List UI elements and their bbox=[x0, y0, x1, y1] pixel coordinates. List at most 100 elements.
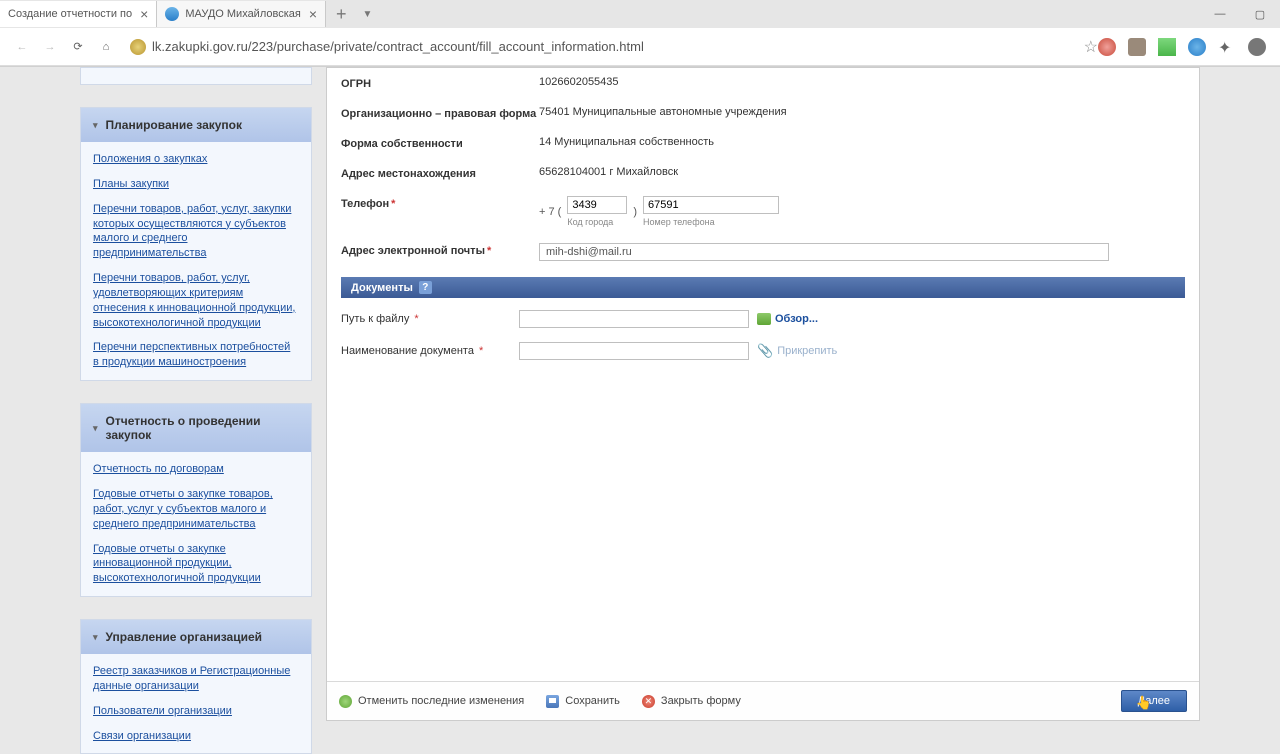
tab-title: Создание отчетности по bbox=[8, 8, 132, 20]
reload-button[interactable]: ⟳ bbox=[64, 33, 92, 61]
phone-prefix: + 7 ( bbox=[539, 206, 561, 218]
browser-chrome: Создание отчетности по × МАУДО Михайловс… bbox=[0, 0, 1280, 67]
documents-header: Документы ? bbox=[341, 277, 1185, 298]
chevron-down-icon: ▾ bbox=[93, 632, 98, 643]
back-button[interactable]: ← bbox=[8, 33, 36, 61]
undo-button[interactable]: Отменить последние изменения bbox=[339, 695, 524, 708]
profile-icon[interactable] bbox=[1248, 38, 1266, 56]
favicon-icon bbox=[165, 7, 179, 21]
sidebar-section-reports: ▾ Отчетность о проведении закупок Отчетн… bbox=[80, 403, 312, 597]
sidebar-link[interactable]: Пользователи организации bbox=[93, 704, 299, 719]
hint-phone-num: Номер телефона bbox=[643, 217, 779, 227]
value-address: 65628104001 г Михайловск bbox=[539, 166, 1185, 178]
bookmark-star-icon[interactable]: ☆ bbox=[1084, 37, 1098, 57]
paperclip-icon: 📎 bbox=[757, 343, 773, 359]
doc-name-input[interactable] bbox=[519, 342, 749, 360]
footer-bar: Отменить последние изменения Сохранить ✕… bbox=[327, 681, 1199, 720]
label-ogrn: ОГРН bbox=[341, 76, 539, 90]
sidebar-header-org[interactable]: ▾ Управление организацией bbox=[81, 620, 311, 654]
sidebar-title: Планирование закупок bbox=[106, 118, 242, 132]
sidebar-link[interactable]: Годовые отчеты о закупке инновационной п… bbox=[93, 542, 299, 587]
tab-1[interactable]: Создание отчетности по × bbox=[0, 1, 157, 27]
sidebar-header-planning[interactable]: ▾ Планирование закупок bbox=[81, 108, 311, 142]
forward-button[interactable]: → bbox=[36, 33, 64, 61]
folder-icon bbox=[757, 313, 771, 325]
ext-icon-3[interactable] bbox=[1158, 38, 1176, 56]
chevron-down-icon: ▾ bbox=[93, 120, 98, 131]
save-icon bbox=[546, 695, 559, 708]
next-button[interactable]: 👆 Далее bbox=[1121, 690, 1187, 712]
sidebar-top-box bbox=[80, 67, 312, 85]
label-phone: Телефон* bbox=[341, 196, 539, 210]
row-doc-name: Наименование документа * 📎 Прикрепить bbox=[341, 342, 1185, 360]
row-email: Адрес электронной почты* bbox=[341, 243, 1185, 261]
new-tab-button[interactable]: + bbox=[326, 4, 357, 25]
close-icon[interactable]: × bbox=[140, 6, 148, 22]
chevron-down-icon: ▾ bbox=[93, 423, 98, 434]
sidebar-link[interactable]: Связи организации bbox=[93, 729, 299, 744]
label-address: Адрес местонахождения bbox=[341, 166, 539, 180]
phone-code-input[interactable] bbox=[567, 196, 627, 214]
phone-number-input[interactable] bbox=[643, 196, 779, 214]
minimize-button[interactable]: — bbox=[1200, 0, 1240, 28]
form-area: ОГРН 1026602055435 Организационно – прав… bbox=[327, 68, 1199, 374]
site-lock-icon bbox=[130, 39, 146, 55]
label-email: Адрес электронной почты* bbox=[341, 243, 539, 257]
main-panel: ОГРН 1026602055435 Организационно – прав… bbox=[326, 67, 1200, 721]
label-orgform: Организационно – правовая форма bbox=[341, 106, 539, 120]
undo-icon bbox=[339, 695, 352, 708]
email-input[interactable] bbox=[539, 243, 1109, 261]
sidebar-section-planning: ▾ Планирование закупок Положения о закуп… bbox=[80, 107, 312, 381]
help-icon[interactable]: ? bbox=[419, 281, 432, 294]
row-phone: Телефон* + 7 ( Код города ) Номер телефо… bbox=[341, 196, 1185, 227]
close-form-icon: ✕ bbox=[642, 695, 655, 708]
browse-button[interactable]: Обзор... bbox=[757, 313, 818, 325]
sidebar-link[interactable]: Реестр заказчиков и Регистрационные данн… bbox=[93, 664, 299, 694]
cursor-hand-icon: 👆 bbox=[1136, 695, 1152, 711]
tab-dropdown-icon[interactable]: ▼ bbox=[357, 9, 379, 20]
home-button[interactable]: ⌂ bbox=[92, 33, 120, 61]
close-form-button[interactable]: ✕ Закрыть форму bbox=[642, 695, 741, 708]
row-ownership: Форма собственности 14 Муниципальная соб… bbox=[341, 136, 1185, 150]
ext-icon-4[interactable] bbox=[1188, 38, 1206, 56]
sidebar-link[interactable]: Перечни товаров, работ, услуг, удовлетво… bbox=[93, 271, 299, 330]
extensions-icon[interactable]: ✦ bbox=[1218, 38, 1236, 56]
attach-button[interactable]: 📎 Прикрепить bbox=[757, 343, 837, 359]
row-file-path: Путь к файлу * Обзор... bbox=[341, 310, 1185, 328]
page-content: ▾ Планирование закупок Положения о закуп… bbox=[0, 67, 1280, 721]
window-controls: — ▢ bbox=[1200, 0, 1280, 28]
sidebar-section-org: ▾ Управление организацией Реестр заказчи… bbox=[80, 619, 312, 754]
label-doc-name: Наименование документа * bbox=[341, 345, 519, 357]
tab-bar: Создание отчетности по × МАУДО Михайловс… bbox=[0, 0, 1280, 28]
sidebar-title: Управление организацией bbox=[106, 630, 263, 644]
sidebar-header-reports[interactable]: ▾ Отчетность о проведении закупок bbox=[81, 404, 311, 452]
sidebar-title: Отчетность о проведении закупок bbox=[106, 414, 299, 442]
ext-icon-1[interactable] bbox=[1098, 38, 1116, 56]
row-address: Адрес местонахождения 65628104001 г Миха… bbox=[341, 166, 1185, 180]
ext-icon-2[interactable] bbox=[1128, 38, 1146, 56]
sidebar-link[interactable]: Отчетность по договорам bbox=[93, 462, 299, 477]
sidebar-link[interactable]: Годовые отчеты о закупке товаров, работ,… bbox=[93, 487, 299, 532]
value-ogrn: 1026602055435 bbox=[539, 76, 1185, 88]
sidebar-link[interactable]: Перечни товаров, работ, услуг, закупки к… bbox=[93, 202, 299, 261]
row-ogrn: ОГРН 1026602055435 bbox=[341, 76, 1185, 90]
phone-paren: ) bbox=[633, 206, 637, 218]
hint-phone-code: Код города bbox=[567, 217, 627, 227]
extension-icons: ✦ bbox=[1098, 38, 1272, 56]
sidebar-link[interactable]: Перечни перспективных потребностей в про… bbox=[93, 340, 299, 370]
save-button[interactable]: Сохранить bbox=[546, 695, 620, 708]
url-field[interactable]: lk.zakupki.gov.ru/223/purchase/private/c… bbox=[148, 39, 1084, 54]
close-icon[interactable]: × bbox=[309, 6, 317, 22]
file-path-input[interactable] bbox=[519, 310, 749, 328]
label-file-path: Путь к файлу * bbox=[341, 313, 519, 325]
row-orgform: Организационно – правовая форма 75401 Му… bbox=[341, 106, 1185, 120]
tab-2[interactable]: МАУДО Михайловская × bbox=[157, 1, 326, 27]
maximize-button[interactable]: ▢ bbox=[1240, 0, 1280, 28]
sidebar-link[interactable]: Планы закупки bbox=[93, 177, 299, 192]
sidebar: ▾ Планирование закупок Положения о закуп… bbox=[80, 67, 312, 721]
label-ownership: Форма собственности bbox=[341, 136, 539, 150]
address-bar: ← → ⟳ ⌂ lk.zakupki.gov.ru/223/purchase/p… bbox=[0, 28, 1280, 66]
value-ownership: 14 Муниципальная собственность bbox=[539, 136, 1185, 148]
tab-title: МАУДО Михайловская bbox=[185, 8, 301, 20]
sidebar-link[interactable]: Положения о закупках bbox=[93, 152, 299, 167]
